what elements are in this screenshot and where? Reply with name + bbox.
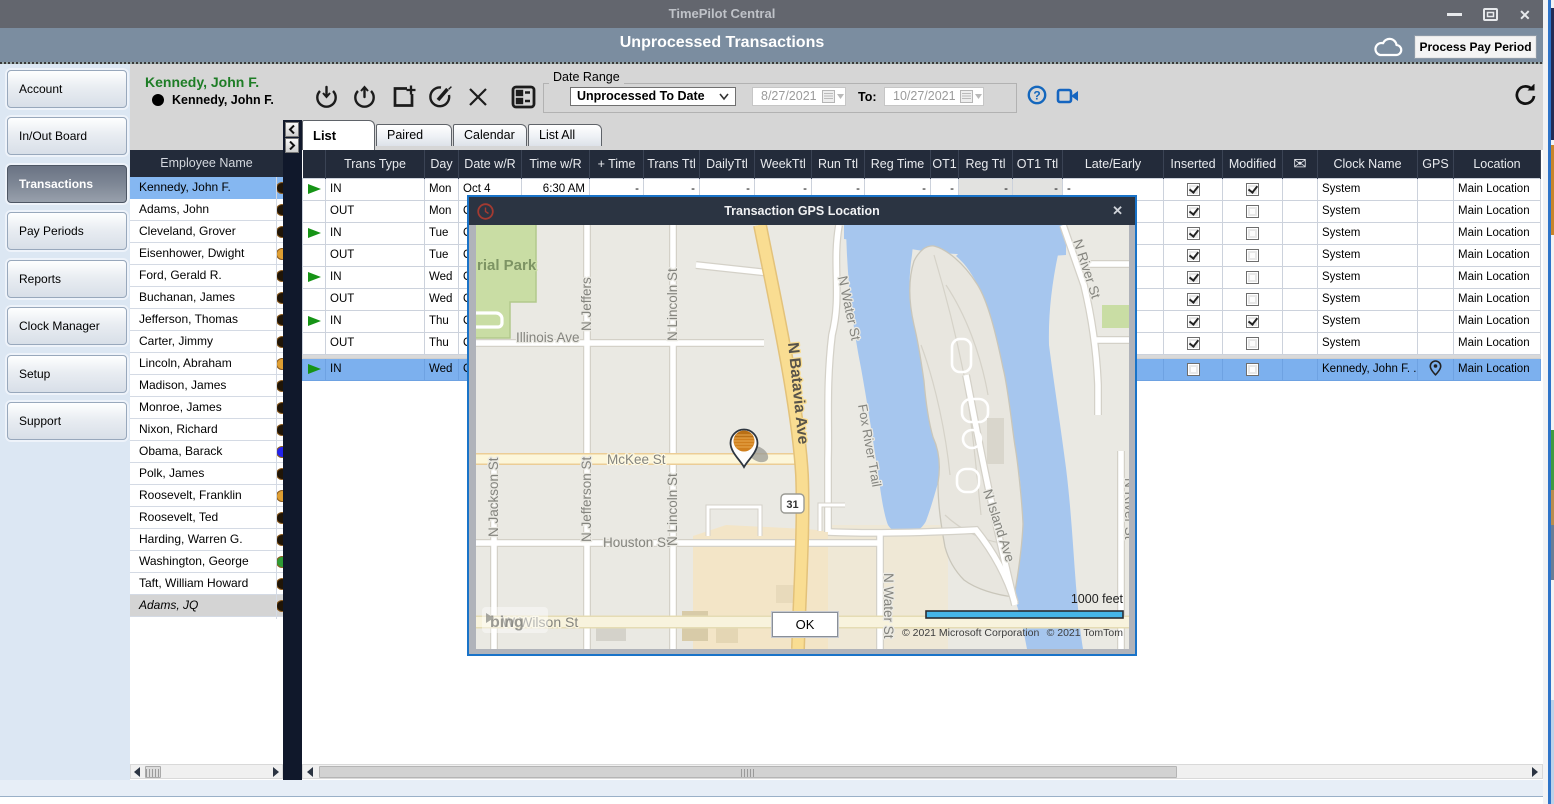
svg-text:N Lincoln St: N Lincoln St	[665, 268, 680, 341]
svg-text:N Water St: N Water St	[881, 573, 896, 639]
svg-text:N Jefferson St: N Jefferson St	[579, 456, 594, 542]
svg-text:Illinois Ave: Illinois Ave	[516, 330, 580, 345]
svg-text:N Lincoln St: N Lincoln St	[665, 473, 680, 546]
svg-text:1000 feet: 1000 feet	[1071, 592, 1124, 606]
svg-text:N River St: N River St	[1122, 478, 1129, 540]
svg-text:?: ?	[1033, 89, 1040, 103]
svg-text:Houston St: Houston St	[603, 535, 670, 550]
svg-text:N Jackson St: N Jackson St	[486, 457, 501, 537]
svg-text:31: 31	[786, 499, 798, 511]
svg-text:rial Park: rial Park	[477, 257, 537, 274]
svg-text:McKee St: McKee St	[607, 452, 666, 467]
svg-text:© 2021 Microsoft Corporation: © 2021 Microsoft Corporation	[902, 627, 1039, 639]
svg-text:bing: bing	[490, 614, 524, 631]
svg-text:N Jeffers: N Jeffers	[579, 277, 594, 331]
svg-text:© 2021 TomTom: © 2021 TomTom	[1047, 627, 1124, 639]
